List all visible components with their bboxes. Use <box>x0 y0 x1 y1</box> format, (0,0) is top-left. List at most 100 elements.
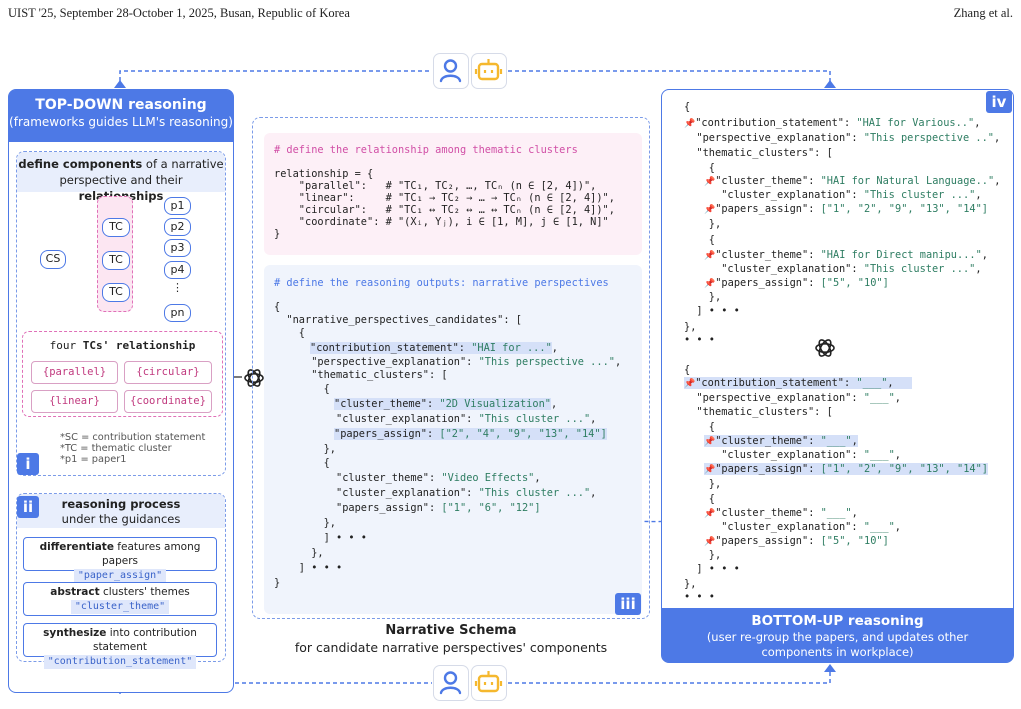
tc-node: TC <box>102 251 130 270</box>
papers-assign-line: 📌"papers_assign": ["5", "10"] <box>704 535 889 547</box>
relation-linear: {linear} <box>31 390 118 413</box>
components-bold: define components <box>18 157 143 171</box>
components-text: of a narrative <box>142 157 224 171</box>
code-line: { <box>274 457 330 469</box>
relationship-code-line: "parallel": # "TC₁, TC₂, …, TCₙ (n ∈ [2,… <box>274 180 597 192</box>
code-line: "thematic_clusters": [ <box>684 147 833 159</box>
relation-circular: {circular} <box>124 361 212 384</box>
code-line: "thematic_clusters": [ <box>684 406 833 418</box>
cluster-theme-line: 📌"cluster_theme": "HAI for Natural Langu… <box>704 175 1001 187</box>
components-text-2: perspective and their <box>59 173 183 187</box>
relationship-code-line: "circular": # "TC₁ ↔ TC₂ ↔ … ↔ TCₙ (n ∈ … <box>274 204 615 216</box>
relationship-code-line: "coordinate": # "(Xᵢ, Yⱼ), i ∈ [1, M], j… <box>274 216 609 228</box>
code-line: ] • • • <box>274 532 367 544</box>
code-line: "cluster_explanation": "This cluster ...… <box>274 413 597 425</box>
paper-node: pn <box>164 304 191 322</box>
code-line: }, <box>274 547 324 559</box>
pin-icon[interactable]: 📌 <box>684 379 695 389</box>
pin-icon[interactable]: 📌 <box>704 251 715 261</box>
code-line: }, <box>684 291 722 303</box>
step-differentiate: differentiate features among papers "pap… <box>23 537 217 583</box>
openai-logo-icon <box>813 336 837 360</box>
code-line: "cluster_explanation": "___", <box>684 521 901 533</box>
badge-iii: iii <box>615 593 641 615</box>
relationship-comment: # define the relationship among thematic… <box>274 144 578 156</box>
code-line: "perspective_explanation": "___", <box>684 392 901 404</box>
paper-node: p3 <box>164 239 191 257</box>
pin-icon[interactable]: 📌 <box>704 537 715 547</box>
code-line: { <box>684 493 715 505</box>
cluster-theme-line: "cluster_theme": "2D Visualization", <box>334 398 558 410</box>
code-line: ] • • • <box>684 563 740 575</box>
code-line: { <box>274 301 281 313</box>
top-down-subtitle: (frameworks guides LLM's reasoning) <box>9 115 233 129</box>
cs-node: CS <box>40 250 66 269</box>
papers-assign-line: 📌"papers_assign": ["5", "10"] <box>704 277 889 289</box>
cluster-theme-line: 📌"cluster_theme": "___", <box>704 507 858 519</box>
code-line: { <box>684 162 715 174</box>
note-p1: *p1 = paper1 <box>60 454 127 465</box>
code-line: "perspective_explanation": "This perspec… <box>684 132 1001 144</box>
relationship-code-line: } <box>274 228 281 240</box>
tc-node: TC <box>102 218 130 237</box>
code-line: { <box>684 234 715 246</box>
pin-icon[interactable]: 📌 <box>704 177 715 187</box>
pin-icon[interactable]: 📌 <box>684 119 695 129</box>
step-synthesize: synthesize into contribution statement "… <box>23 623 217 669</box>
code-line: }, <box>274 443 336 455</box>
code-line: "narrative_perspectives_candidates": [ <box>274 314 522 326</box>
code-line: }, <box>684 218 722 230</box>
step-abstract: abstract clusters' themes "cluster_theme… <box>23 582 217 616</box>
pin-icon[interactable]: 📌 <box>704 279 715 289</box>
pin-icon[interactable]: 📌 <box>704 437 715 447</box>
code-line: "perspective_explanation": "This perspec… <box>274 356 622 368</box>
pin-icon[interactable]: 📌 <box>704 509 715 519</box>
bottom-up-title: BOTTOM-UP reasoning <box>751 613 924 629</box>
paper-node: p1 <box>164 197 191 215</box>
code-line: }, <box>684 549 722 561</box>
bottom-up-subtitle-2: components in workplace) <box>761 645 914 659</box>
code-line: "cluster_explanation": "This cluster ...… <box>274 487 597 499</box>
badge-ii: ii <box>17 496 39 518</box>
code-line: { <box>684 421 715 433</box>
papers-assign-line: 📌"papers_assign": ["1", "2", "9", "13", … <box>704 463 988 475</box>
cluster-theme-line: 📌"cluster_theme": "HAI for Direct manipu… <box>704 249 988 261</box>
code-line: "thematic_clusters": [ <box>274 369 448 381</box>
badge-iv: iv <box>986 91 1012 113</box>
code-line: "cluster_explanation": "This cluster ...… <box>684 189 982 201</box>
more-papers-ellipsis: ⋮ <box>172 281 183 294</box>
relationship-code-line: "linear": # "TC₁ → TC₂ → … → TCₙ (n ∈ [2… <box>274 192 615 204</box>
components-header: define components of a narrative perspec… <box>17 152 225 203</box>
code-line: • • • <box>684 591 715 603</box>
outputs-comment: # define the reasoning outputs: narrativ… <box>274 277 609 289</box>
code-line: ] • • • <box>274 562 343 574</box>
robot-icon <box>471 53 507 89</box>
code-line: "papers_assign": ["1", "6", "12"] <box>274 502 541 514</box>
relation-coordinate: {coordinate} <box>124 390 212 413</box>
code-line: } <box>274 577 281 589</box>
contribution-statement-line: 📌"contribution_statement": "___", <box>684 377 913 390</box>
user-icon <box>433 53 469 89</box>
code-line: { <box>274 327 305 339</box>
papers-assign-line: "papers_assign": ["2", "4", "9", "13", "… <box>334 428 607 440</box>
code-line: • • • <box>684 334 715 346</box>
code-line: "cluster_theme": "Video Effects", <box>274 472 541 484</box>
reasoning-process-header: reasoning process under the guidances <box>17 494 225 528</box>
code-line: }, <box>684 578 697 590</box>
bottom-up-subtitle: (user re-group the papers, and updates o… <box>706 630 969 644</box>
paper-node: p4 <box>164 261 191 279</box>
narrative-schema-caption: Narrative Schema for candidate narrative… <box>252 623 650 655</box>
note-cs: *SC = contribution statement <box>60 432 206 443</box>
contribution-statement-line: 📌"contribution_statement": "HAI for Vari… <box>684 117 981 129</box>
relationship-code-line: relationship = { <box>274 168 374 180</box>
caption-subtitle: for candidate narrative perspectives' co… <box>294 640 608 655</box>
pin-icon[interactable]: 📌 <box>704 465 715 475</box>
top-down-header: TOP-DOWN reasoning (frameworks guides LL… <box>9 90 233 142</box>
pin-icon[interactable]: 📌 <box>704 205 715 215</box>
note-tc: *TC = thematic cluster <box>60 443 172 454</box>
tc-node: TC <box>102 283 130 302</box>
code-line: { <box>684 364 691 376</box>
paper-node: p2 <box>164 218 191 236</box>
code-line: { <box>684 101 691 113</box>
code-line: ] • • • <box>684 305 740 317</box>
